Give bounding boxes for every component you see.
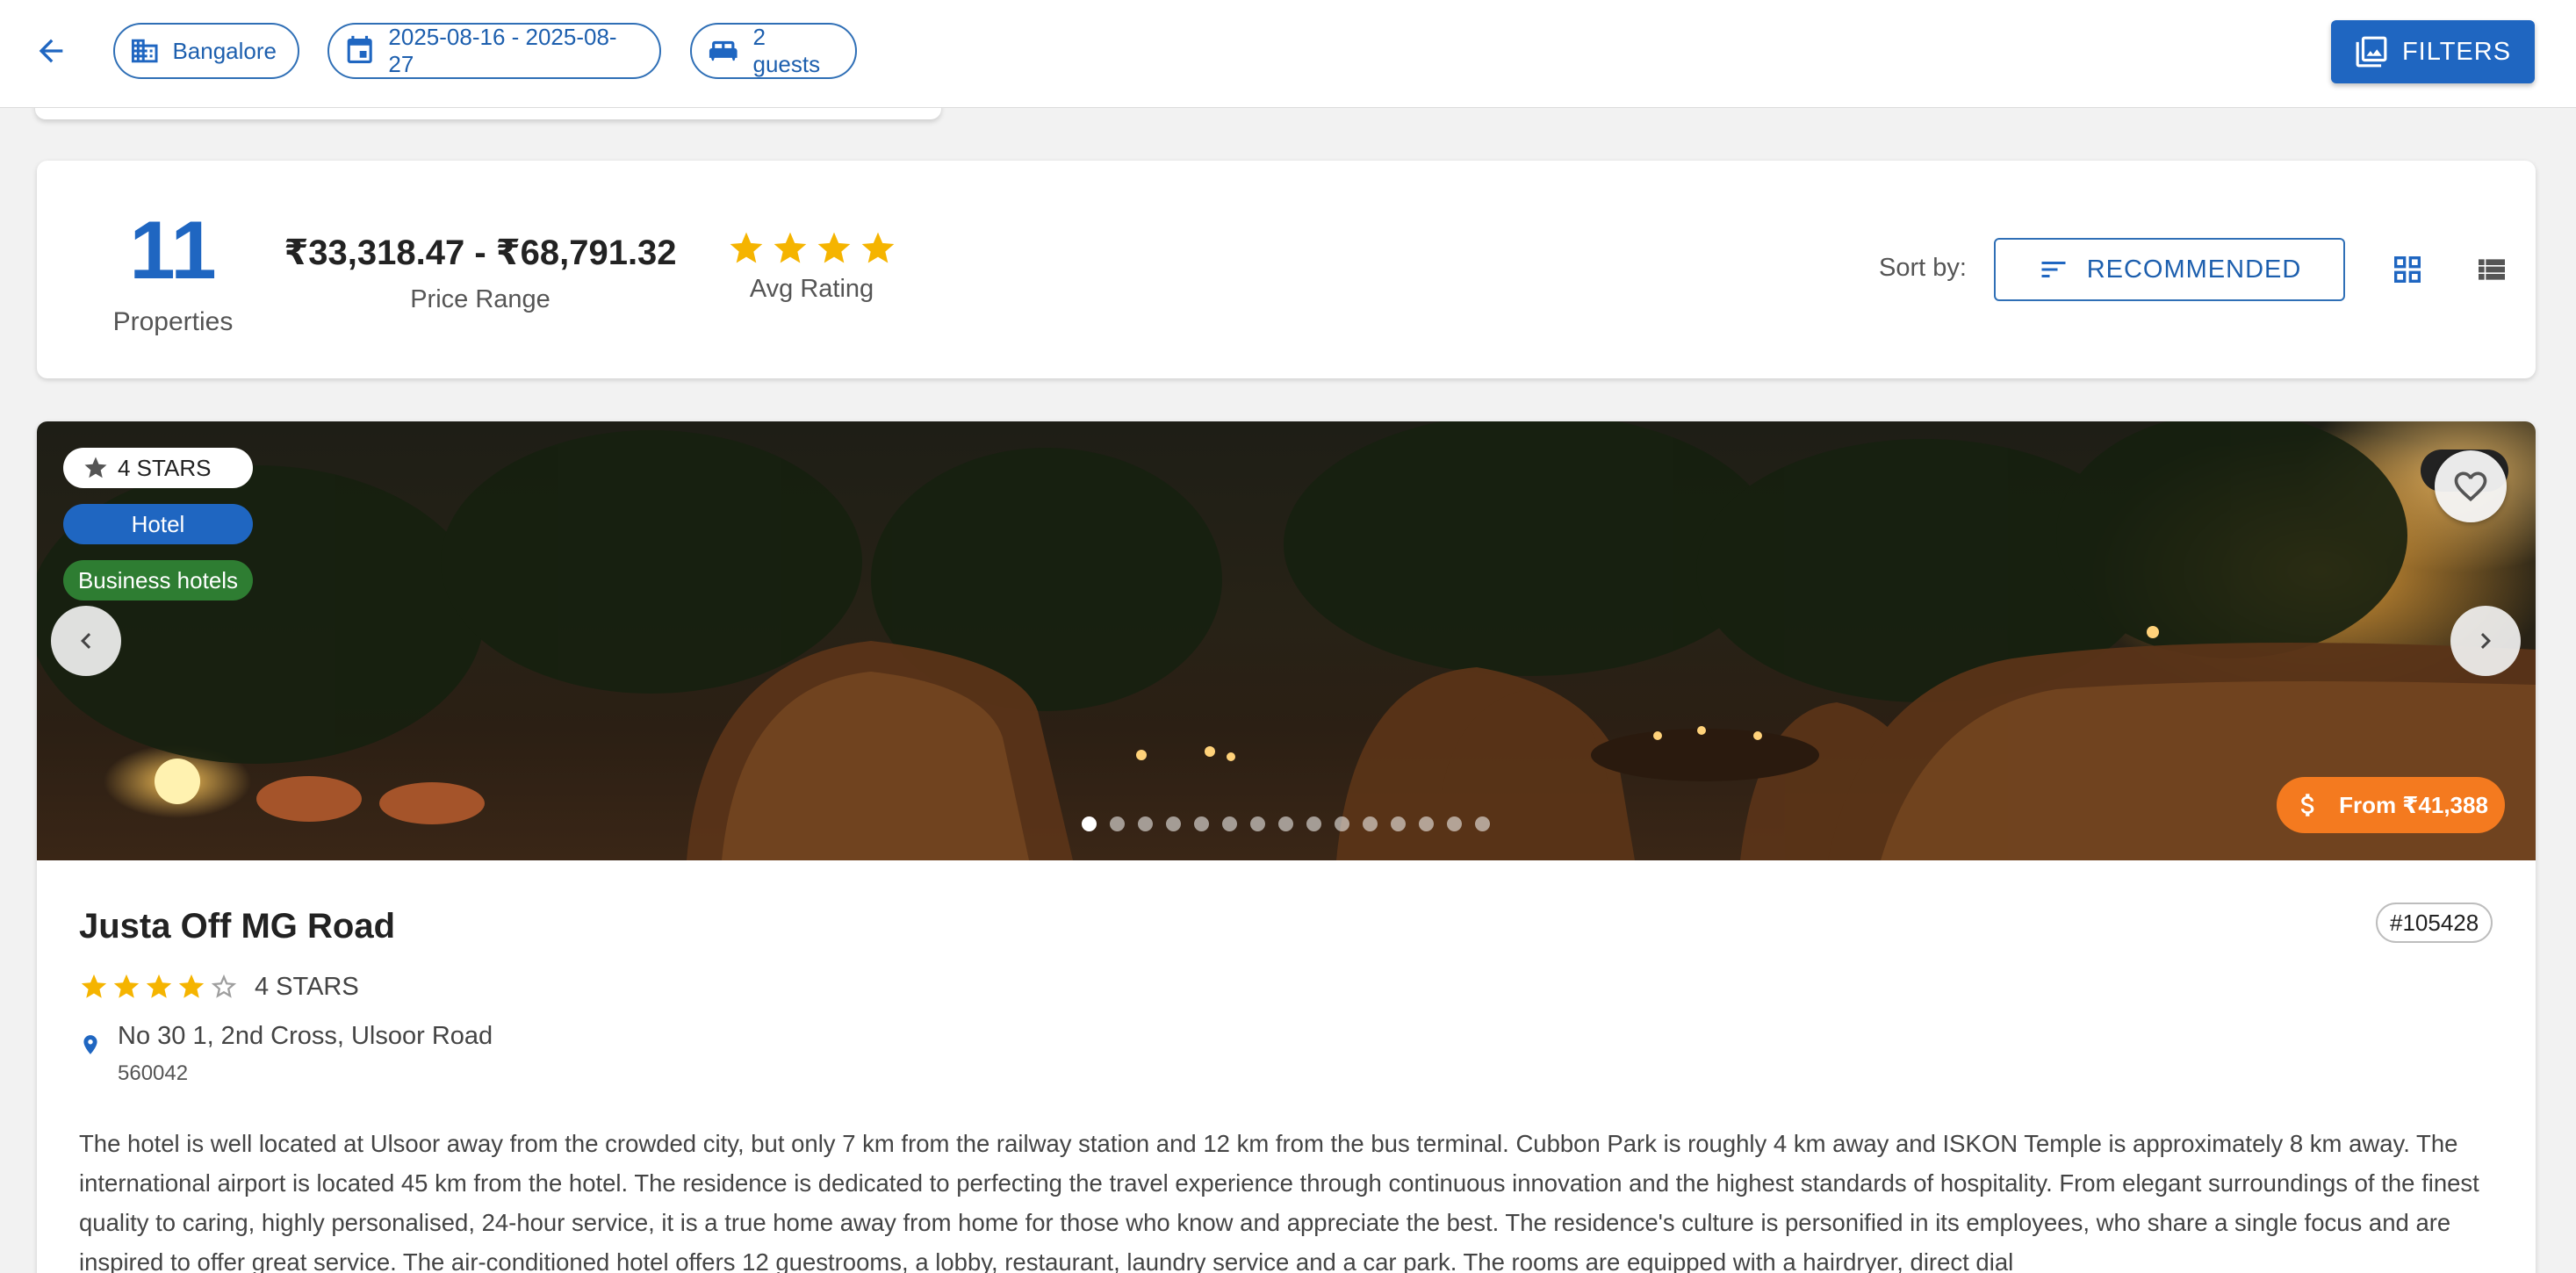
city-chip-label: Bangalore <box>172 37 277 64</box>
postal-code: 560042 <box>118 1061 189 1085</box>
top-app-bar: Bangalore 2025-08-16 - 2025-08-27 2 gues… <box>0 0 2576 108</box>
price-range-value: ₹33,318.47 - ₹68,791.32 <box>284 234 677 272</box>
category-badge: Business hotels <box>63 560 253 601</box>
hotel-photo-scene <box>37 421 2536 860</box>
hotel-name[interactable]: Justa Off MG Road <box>79 907 395 946</box>
list-view-icon <box>2479 259 2505 280</box>
photo-dot[interactable] <box>1475 816 1490 831</box>
hotel-rating-stars <box>79 972 239 1002</box>
hotel-description: The hotel is well located at Ulsoor away… <box>79 1130 2479 1273</box>
star-filled-icon <box>146 974 172 998</box>
chevron-left-icon <box>81 633 91 649</box>
photo-dot[interactable] <box>1335 816 1349 831</box>
photo-dot[interactable] <box>1278 816 1293 831</box>
sort-button-label: RECOMMENDED <box>2086 255 2302 284</box>
price-badge: From ₹41,388 <box>2277 777 2505 833</box>
sort-button[interactable]: RECOMMENDED <box>1994 238 2345 301</box>
star-filled-icon <box>81 974 107 998</box>
hotel-badges: 4 STARS Hotel Business hotels <box>63 448 253 616</box>
photo-dot[interactable] <box>1419 816 1434 831</box>
star-filled-icon <box>774 232 806 263</box>
price-range: ₹33,318.47 - ₹68,791.32 Price Range <box>248 233 713 314</box>
stars-badge: 4 STARS <box>63 448 253 488</box>
list-view-button[interactable] <box>2474 252 2509 287</box>
hotel-card[interactable]: 4 STARS Hotel Business hotels From ₹41,3… <box>37 421 2536 1273</box>
next-photo-button[interactable] <box>2450 606 2521 676</box>
type-badge: Hotel <box>63 504 253 544</box>
results-summary-card: 11 Properties ₹33,318.47 - ₹68,791.32 Pr… <box>37 161 2536 378</box>
photo-dot[interactable] <box>1306 816 1321 831</box>
price-badge-label: From ₹41,388 <box>2339 791 2488 818</box>
sort-icon <box>2041 262 2066 277</box>
star-outline-icon <box>211 974 237 998</box>
photo-dot[interactable] <box>1082 816 1097 831</box>
photo-dot[interactable] <box>1222 816 1237 831</box>
dollar-icon <box>2301 794 2314 816</box>
star-filled-icon <box>178 974 205 998</box>
previous-photo-button[interactable] <box>51 606 121 676</box>
grid-view-icon <box>2394 256 2421 283</box>
arrow-back-icon <box>39 39 63 63</box>
heart-outline-icon <box>2454 471 2487 502</box>
hotel-address: No 30 1, 2nd Cross, Ulsoor Road 560042 <box>79 1022 493 1086</box>
back-button[interactable] <box>26 26 76 76</box>
chevron-right-icon <box>2480 633 2491 649</box>
photo-dot[interactable] <box>1391 816 1406 831</box>
star-filled-icon <box>817 232 850 263</box>
photo-pagination <box>1082 816 1490 831</box>
star-filled-icon <box>113 974 140 998</box>
location-pin-icon <box>83 1035 97 1054</box>
filter-photo-icon <box>2356 36 2387 68</box>
filters-button[interactable]: FILTERS <box>2331 20 2535 83</box>
photo-dot[interactable] <box>1363 816 1378 831</box>
guests-chip-label: 2 guests <box>752 24 821 77</box>
hotel-rating-text: 4 STARS <box>255 972 359 1001</box>
hotel-photo[interactable]: 4 STARS Hotel Business hotels From ₹41,3… <box>37 421 2536 860</box>
avg-rating-stars <box>722 229 902 268</box>
photo-dot[interactable] <box>1110 816 1125 831</box>
building-icon <box>131 39 158 63</box>
star-filled-icon <box>730 232 762 263</box>
property-count: 11 Properties <box>90 209 256 337</box>
guests-chip[interactable]: 2 guests <box>690 23 857 79</box>
bed-icon <box>709 40 738 61</box>
city-chip[interactable]: Bangalore <box>113 23 299 79</box>
photo-dot[interactable] <box>1138 816 1153 831</box>
photo-dot[interactable] <box>1250 816 1265 831</box>
calendar-icon <box>347 35 372 64</box>
filters-button-label: FILTERS <box>2401 37 2512 66</box>
hotel-rating: 4 STARS <box>79 972 359 1002</box>
avg-rating-label: Avg Rating <box>749 275 874 303</box>
price-range-label: Price Range <box>410 285 550 313</box>
property-count-label: Properties <box>112 307 234 336</box>
sort-by-label: Sort by: <box>1879 254 1967 282</box>
avg-rating: Avg Rating <box>722 229 902 304</box>
hotel-id-chip: #105428 <box>2376 903 2493 943</box>
dates-chip[interactable]: 2025-08-16 - 2025-08-27 <box>327 23 661 79</box>
property-count-value: 11 <box>129 204 217 296</box>
star-icon <box>84 457 107 478</box>
dates-chip-label: 2025-08-16 - 2025-08-27 <box>388 24 617 77</box>
photo-dot[interactable] <box>1447 816 1462 831</box>
favorite-button[interactable] <box>2435 450 2507 522</box>
address-line: No 30 1, 2nd Cross, Ulsoor Road <box>118 1022 493 1050</box>
photo-dot[interactable] <box>1194 816 1209 831</box>
stars-badge-label: 4 STARS <box>118 454 212 481</box>
grid-view-button[interactable] <box>2390 252 2425 287</box>
star-filled-icon <box>861 232 894 263</box>
photo-dot[interactable] <box>1166 816 1181 831</box>
